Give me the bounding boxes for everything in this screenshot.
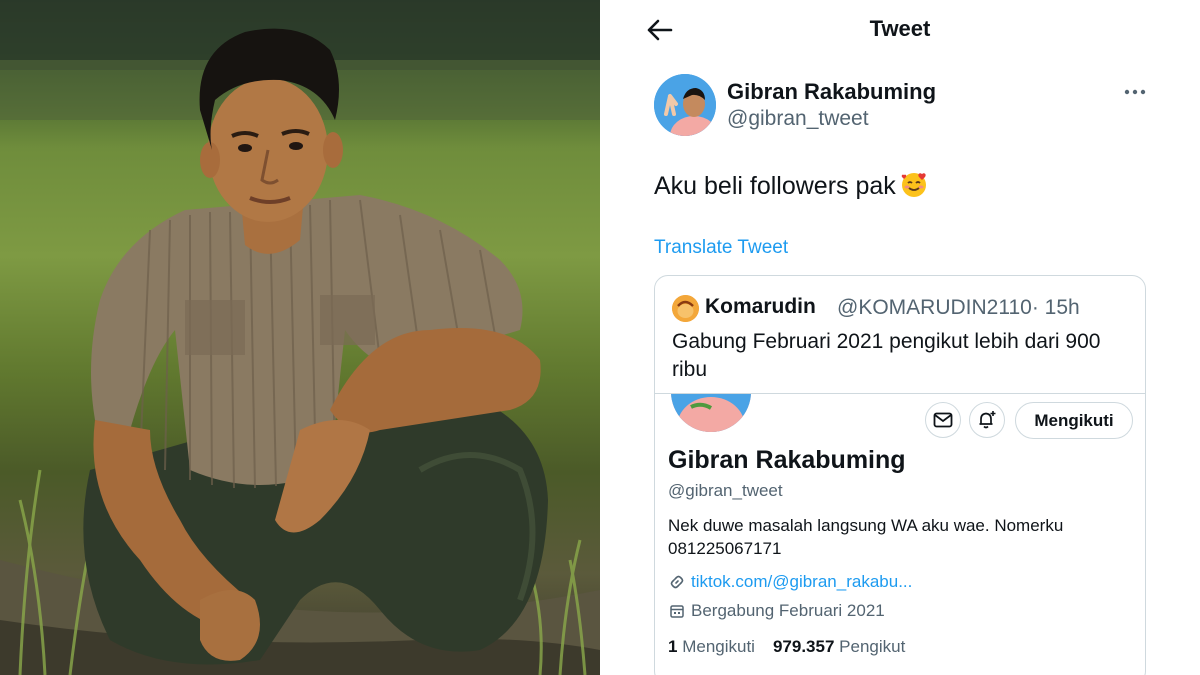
quote-author-name: Komarudin	[705, 295, 816, 318]
avatar-image	[654, 74, 716, 136]
smiling-face-with-hearts-icon	[900, 171, 928, 206]
tweet-panel: Tweet Gibran Rakabuming @gibran_tweet Ak…	[600, 0, 1200, 675]
quoted-tweet-header: Komarudin @KOMARUDIN2110· 15h	[672, 293, 1142, 323]
following-stat[interactable]: 1 Mengikuti	[668, 637, 755, 657]
envelope-icon	[933, 412, 953, 428]
profile-link-text[interactable]: tiktok.com/@gibran_rakabu...	[691, 572, 912, 592]
author-avatar[interactable]	[654, 74, 716, 136]
more-dots-icon	[1124, 89, 1146, 95]
profile-joined: Bergabung Februari 2021	[668, 601, 885, 621]
quote-author-handle: @KOMARUDIN2110	[837, 296, 1032, 319]
profile-bio: Nek duwe masalah langsung WA aku wae. No…	[668, 516, 1064, 558]
bell-plus-icon	[979, 411, 996, 429]
link-icon	[668, 573, 686, 591]
profile-stats: 1 Mengikuti 979.357 Pengikut	[668, 637, 923, 657]
quoted-tweet-card[interactable]: Komarudin @KOMARUDIN2110· 15h Gabung Feb…	[654, 275, 1146, 675]
quote-author-handle-and-time: @KOMARUDIN2110· 15h	[837, 296, 1080, 320]
profile-handle: @gibran_tweet	[668, 481, 783, 500]
quote-author-avatar	[672, 295, 699, 322]
following-label: Mengikuti	[682, 637, 755, 656]
profile-joined-text: Bergabung Februari 2021	[691, 601, 885, 620]
translate-tweet-link[interactable]: Translate Tweet	[654, 237, 788, 259]
portrait-illustration	[0, 0, 600, 675]
portrait-photo	[0, 0, 600, 675]
quote-text: Gabung Februari 2021 pengikut lebih dari…	[672, 330, 1101, 381]
tweet-body: Aku beli followers pak	[654, 172, 896, 200]
tweet-text: Aku beli followers pak	[654, 171, 928, 206]
calendar-icon	[668, 602, 686, 620]
author-handle[interactable]: @gibran_tweet	[727, 107, 869, 131]
tweet-author: Gibran Rakabuming @gibran_tweet	[654, 74, 1154, 138]
profile-name: Gibran Rakabuming	[668, 446, 906, 474]
avatar-image	[672, 295, 699, 322]
followers-stat[interactable]: 979.357 Pengikut	[773, 637, 905, 657]
quote-time: · 15h	[1031, 296, 1080, 319]
divider	[655, 393, 1145, 394]
notifications-button[interactable]	[969, 402, 1005, 438]
author-name[interactable]: Gibran Rakabuming	[727, 79, 936, 105]
following-button[interactable]: Mengikuti	[1015, 402, 1133, 439]
followers-count: 979.357	[772, 637, 835, 656]
more-options-button[interactable]	[1120, 84, 1150, 100]
followers-label: Pengikut	[839, 637, 906, 656]
top-bar: Tweet	[600, 0, 1200, 58]
following-count: 1	[668, 637, 678, 656]
message-button[interactable]	[925, 402, 961, 438]
page-title: Tweet	[869, 16, 931, 41]
profile-link[interactable]: tiktok.com/@gibran_rakabu...	[668, 572, 912, 592]
